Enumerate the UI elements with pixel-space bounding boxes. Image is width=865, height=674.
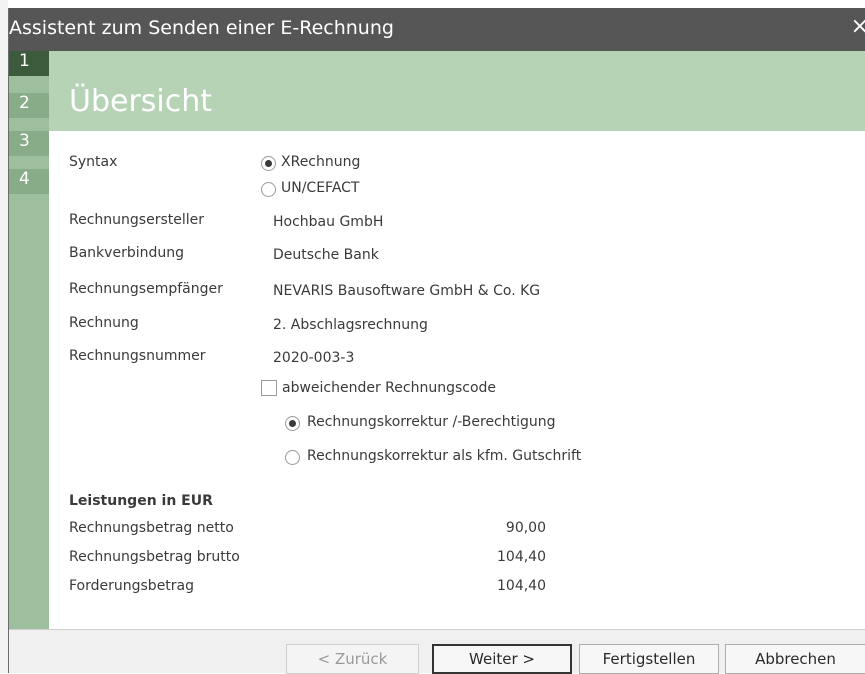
step-sidebar: 1 2 3 4 [9, 51, 49, 629]
step-1[interactable]: 1 [9, 51, 49, 76]
field-value-rechnungsnummer: 2020-003-3 [273, 350, 355, 366]
step-3[interactable]: 3 [9, 131, 49, 156]
radio-xrechnung[interactable]: XRechnung [261, 154, 561, 174]
checkbox-abweichender-code-label: abweichender Rechnungscode [282, 380, 497, 396]
close-icon[interactable]: × [851, 14, 865, 39]
radio-korrektur-gutschrift-label: Rechnungskorrektur als kfm. Gutschrift [307, 448, 582, 464]
amount-value-brutto: 104,40 [497, 549, 546, 565]
radio-uncefact[interactable]: UN/CEFACT [261, 180, 561, 200]
field-value-bank: Deutsche Bank [273, 247, 379, 263]
field-label-bank: Bankverbindung [69, 245, 184, 261]
radio-korrektur-berechtigung-label: Rechnungskorrektur /-Berechtigung [307, 414, 556, 430]
radio-korrektur-berechtigung[interactable]: Rechnungskorrektur /-Berechtigung [285, 414, 685, 434]
field-value-empfaenger: NEVARIS Bausoftware GmbH & Co. KG [273, 283, 541, 299]
radio-korrektur-gutschrift[interactable]: Rechnungskorrektur als kfm. Gutschrift [285, 448, 685, 468]
next-button[interactable]: Weiter > [432, 644, 572, 674]
radio-uncefact-indicator[interactable] [261, 182, 276, 197]
finish-button[interactable]: Fertigstellen [579, 644, 719, 674]
field-value-rechnung: 2. Abschlagsrechnung [273, 317, 428, 333]
syntax-label: Syntax [69, 154, 118, 170]
field-label-ersteller: Rechnungsersteller [69, 212, 204, 228]
radio-xrechnung-indicator[interactable] [261, 156, 276, 171]
amount-label-brutto: Rechnungsbetrag brutto [69, 549, 240, 565]
button-bar: < Zurück Weiter > Fertigstellen Abbreche… [9, 629, 865, 674]
checkbox-abweichender-code[interactable]: abweichender Rechnungscode [261, 380, 561, 400]
overview-content: Syntax XRechnung UN/CEFACT Rechnungserst… [49, 131, 865, 629]
amounts-heading: Leistungen in EUR [69, 493, 213, 509]
field-label-rechnungsnummer: Rechnungsnummer [69, 348, 206, 364]
step-2[interactable]: 2 [9, 93, 49, 118]
amount-value-forderung: 104,40 [497, 578, 546, 594]
radio-xrechnung-label: XRechnung [281, 154, 361, 170]
step-4[interactable]: 4 [9, 169, 49, 194]
page-title: Übersicht [69, 84, 213, 119]
checkbox-abweichender-code-box[interactable] [261, 380, 277, 396]
page-banner: Übersicht [49, 51, 865, 131]
field-value-ersteller: Hochbau GmbH [273, 214, 384, 230]
amount-label-netto: Rechnungsbetrag netto [69, 520, 234, 536]
amount-value-netto: 90,00 [505, 520, 546, 536]
title-bar[interactable]: Assistent zum Senden einer E-Rechnung × [9, 8, 865, 51]
field-label-empfaenger: Rechnungsempfänger [69, 281, 223, 297]
amount-label-forderung: Forderungsbetrag [69, 578, 195, 594]
radio-korrektur-gutschrift-indicator[interactable] [285, 450, 300, 465]
radio-uncefact-label: UN/CEFACT [281, 180, 360, 196]
window-title: Assistent zum Senden einer E-Rechnung [9, 17, 394, 39]
radio-korrektur-berechtigung-indicator[interactable] [285, 416, 300, 431]
background-window-edge [0, 0, 8, 673]
field-label-rechnung: Rechnung [69, 315, 139, 331]
back-button[interactable]: < Zurück [286, 644, 419, 674]
wizard-dialog: Assistent zum Senden einer E-Rechnung × … [8, 8, 865, 674]
cancel-button[interactable]: Abbrechen [725, 644, 865, 674]
